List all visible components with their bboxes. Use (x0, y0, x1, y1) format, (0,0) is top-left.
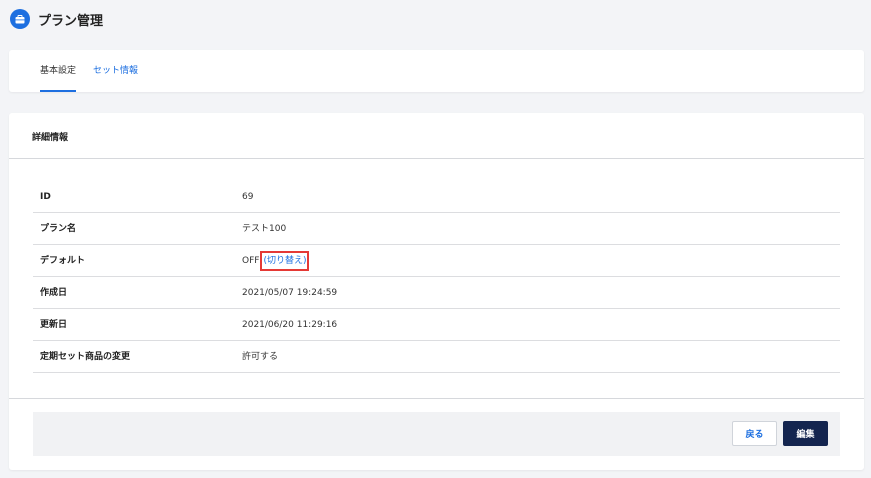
row-value-plan-name: テスト100 (242, 224, 287, 234)
row-label-created: 作成日 (40, 288, 68, 298)
default-status: OFF (242, 256, 260, 266)
row-label-subscription-change: 定期セット商品の変更 (40, 352, 131, 362)
table-row: プラン名 テスト100 (33, 213, 840, 245)
page-header: プラン管理 (10, 8, 103, 30)
row-value-subscription-change: 許可する (242, 352, 279, 362)
tab-basic-settings[interactable]: 基本設定 (40, 50, 77, 92)
row-value-default: OFF (切り替え) (242, 245, 310, 277)
row-value-id: 69 (242, 192, 254, 202)
tab-bar: 基本設定 セット情報 (9, 50, 864, 92)
table-row: 更新日 2021/06/20 11:29:16 (33, 309, 840, 341)
table-row: 定期セット商品の変更 許可する (33, 341, 840, 373)
row-label-plan-name: プラン名 (40, 224, 77, 234)
tab-set-info[interactable]: セット情報 (93, 50, 138, 92)
back-button[interactable]: 戻る (732, 421, 777, 446)
page-title: プラン管理 (38, 13, 104, 29)
detail-table: ID 69 プラン名 テスト100 デフォルト OFF (切り替え) 作成日 20… (33, 181, 840, 373)
row-label-id: ID (40, 192, 51, 202)
row-value-created: 2021/05/07 19:24:59 (242, 288, 338, 298)
action-bar: 戻る 編集 (33, 412, 840, 456)
footer-divider (9, 398, 864, 399)
section-divider (9, 158, 864, 159)
table-row: デフォルト OFF (切り替え) (33, 245, 840, 277)
table-row: ID 69 (33, 181, 840, 213)
edit-button[interactable]: 編集 (783, 421, 828, 446)
detail-card: 詳細情報 ID 69 プラン名 テスト100 デフォルト OFF (切り替え) 作… (9, 113, 864, 470)
row-label-updated: 更新日 (40, 320, 68, 330)
briefcase-icon (10, 9, 30, 29)
row-label-default: デフォルト (40, 256, 86, 266)
section-title: 詳細情報 (32, 133, 69, 143)
row-value-updated: 2021/06/20 11:29:16 (242, 320, 338, 330)
toggle-default-link[interactable]: (切り替え) (260, 251, 310, 271)
table-row: 作成日 2021/05/07 19:24:59 (33, 277, 840, 309)
